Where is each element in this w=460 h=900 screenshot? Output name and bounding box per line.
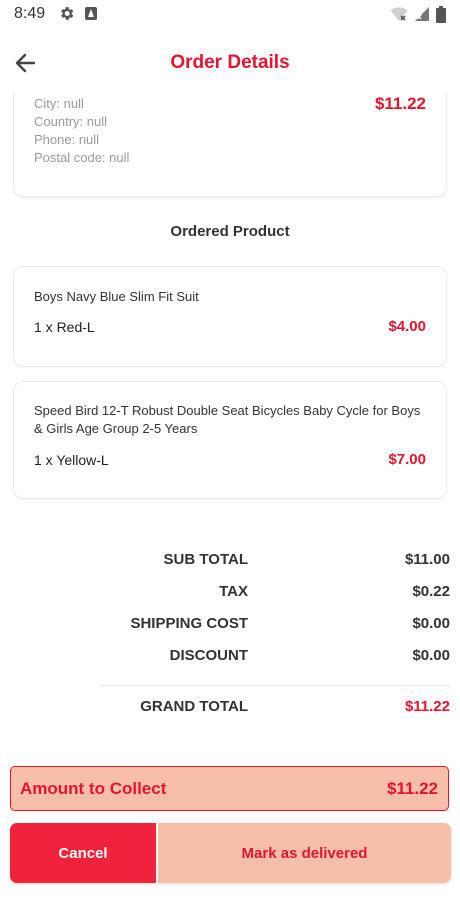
sub-total-value: $11.00: [404, 551, 450, 568]
gear-icon: [61, 7, 74, 20]
sub-total-label: SUB TOTAL: [163, 551, 248, 568]
product-price: $7.00: [388, 451, 426, 468]
ordered-product-heading: Ordered Product: [170, 223, 290, 240]
shipping-cost-label: SHIPPING COST: [130, 615, 248, 632]
product-price: $4.00: [388, 318, 426, 335]
summary-divider: [100, 685, 450, 686]
mark-as-delivered-button[interactable]: Mark as delivered: [158, 823, 451, 883]
grand-total-value: $11.22: [404, 698, 450, 715]
product-quantity-variant: 1 x Yellow-L: [34, 452, 109, 468]
address-postal-code: Postal code: null: [34, 150, 130, 165]
wifi-icon: [390, 7, 408, 21]
amount-to-collect-box: Amount to Collect $11.22: [10, 766, 449, 811]
address-phone: Phone: null: [34, 132, 100, 147]
product-card[interactable]: Boys Navy Blue Slim Fit Suit 1 x Red-L $…: [14, 267, 446, 366]
address-city: City: null: [34, 96, 84, 111]
status-bar: 8:49: [0, 0, 460, 30]
signal-icon: [415, 7, 429, 21]
action-buttons: Cancel Mark as delivered: [10, 823, 451, 883]
status-icons: [390, 5, 446, 23]
app-bar-overlay: Order Details: [0, 30, 460, 96]
battery-icon: [436, 5, 446, 23]
page-title-overlay: Order Details: [170, 52, 290, 73]
product-card[interactable]: Speed Bird 12-T Robust Double Seat Bicyc…: [14, 382, 446, 498]
shipping-cost-value: $0.00: [412, 615, 450, 632]
address-country: Country: null: [34, 114, 107, 129]
amount-to-collect-label: Amount to Collect: [20, 779, 167, 798]
a-icon: [85, 7, 97, 20]
product-name: Speed Bird 12-T Robust Double Seat Bicyc…: [34, 403, 421, 436]
tax-value: $0.22: [412, 583, 450, 600]
status-time: 8:49: [14, 5, 46, 22]
order-total-price: $11.22: [374, 94, 426, 113]
cancel-button[interactable]: Cancel: [10, 823, 156, 883]
product-name: Boys Navy Blue Slim Fit Suit: [34, 289, 199, 304]
tax-label: TAX: [219, 583, 248, 600]
amount-to-collect-value: $11.22: [386, 779, 438, 798]
grand-total-label: GRAND TOTAL: [140, 698, 248, 715]
discount-label: DISCOUNT: [169, 647, 248, 664]
discount-value: $0.00: [412, 647, 450, 664]
product-quantity-variant: 1 x Red-L: [34, 319, 95, 335]
